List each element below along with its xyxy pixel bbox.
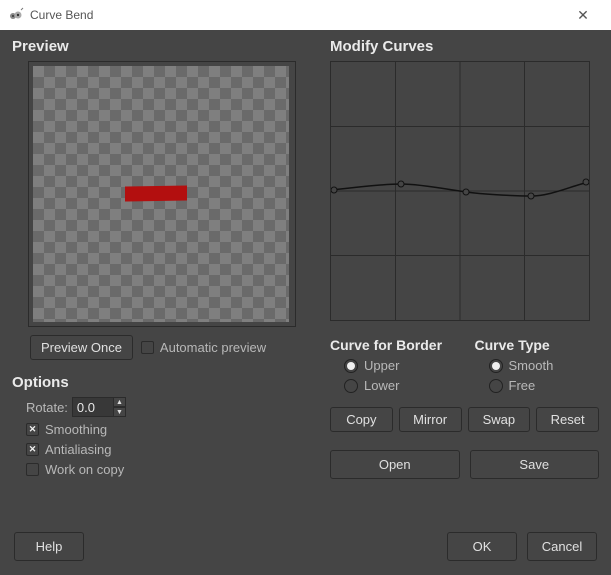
lower-radio[interactable] — [344, 379, 358, 393]
dialog-footer: Help OK Cancel — [0, 522, 611, 575]
options-section: Options Rotate: ▲ ▼ Smoothing — [12, 374, 312, 482]
reset-button[interactable]: Reset — [536, 407, 599, 432]
help-button[interactable]: Help — [14, 532, 84, 561]
copy-button[interactable]: Copy — [330, 407, 393, 432]
options-heading: Options — [12, 374, 312, 391]
right-column: Modify Curves — [330, 38, 599, 522]
preview-canvas — [33, 66, 289, 322]
antialiasing-checkbox[interactable] — [26, 443, 39, 456]
rotate-row: Rotate: ▲ ▼ — [26, 397, 312, 417]
upper-radio[interactable] — [344, 359, 358, 373]
free-radio[interactable] — [489, 379, 503, 393]
upper-label: Upper — [364, 358, 399, 373]
work-on-copy-checkbox[interactable] — [26, 463, 39, 476]
curve-bend-dialog: Curve Bend ✕ Preview Preview Once Automa… — [0, 0, 611, 575]
smooth-radio[interactable] — [489, 359, 503, 373]
lower-label: Lower — [364, 378, 399, 393]
automatic-preview-checkbox[interactable] — [141, 341, 154, 354]
smooth-label: Smooth — [509, 358, 554, 373]
close-icon[interactable]: ✕ — [563, 7, 603, 24]
preview-once-button[interactable]: Preview Once — [30, 335, 133, 360]
antialiasing-label: Antialiasing — [45, 442, 112, 457]
curve-for-border-heading: Curve for Border — [330, 337, 455, 353]
ok-button[interactable]: OK — [447, 532, 517, 561]
left-column: Preview Preview Once Automatic preview O… — [12, 38, 312, 522]
titlebar[interactable]: Curve Bend ✕ — [0, 0, 611, 30]
gimp-icon — [8, 7, 24, 23]
mirror-button[interactable]: Mirror — [399, 407, 462, 432]
rotate-spin-down[interactable]: ▼ — [114, 407, 126, 417]
curve-type-heading: Curve Type — [475, 337, 600, 353]
window-title: Curve Bend — [30, 8, 563, 22]
preview-heading: Preview — [12, 38, 312, 55]
curve-settings: Curve for Border Upper Lower Curve Type … — [330, 337, 599, 393]
modify-curves-heading: Modify Curves — [330, 38, 599, 55]
smoothing-checkbox[interactable] — [26, 423, 39, 436]
preview-shape — [125, 185, 187, 201]
work-on-copy-label: Work on copy — [45, 462, 124, 477]
preview-frame — [28, 61, 296, 327]
rotate-input[interactable] — [72, 397, 114, 417]
curve-action-buttons: Copy Mirror Swap Reset — [330, 407, 599, 432]
file-buttons: Open Save — [330, 450, 599, 479]
rotate-spin-up[interactable]: ▲ — [114, 397, 126, 407]
preview-controls: Preview Once Automatic preview — [30, 335, 312, 360]
curve-editor[interactable] — [330, 61, 590, 321]
dialog-content: Preview Preview Once Automatic preview O… — [0, 30, 611, 522]
free-label: Free — [509, 378, 536, 393]
swap-button[interactable]: Swap — [468, 407, 531, 432]
automatic-preview-label: Automatic preview — [160, 340, 266, 355]
save-button[interactable]: Save — [470, 450, 600, 479]
smoothing-label: Smoothing — [45, 422, 107, 437]
open-button[interactable]: Open — [330, 450, 460, 479]
cancel-button[interactable]: Cancel — [527, 532, 597, 561]
rotate-label: Rotate: — [26, 400, 68, 415]
